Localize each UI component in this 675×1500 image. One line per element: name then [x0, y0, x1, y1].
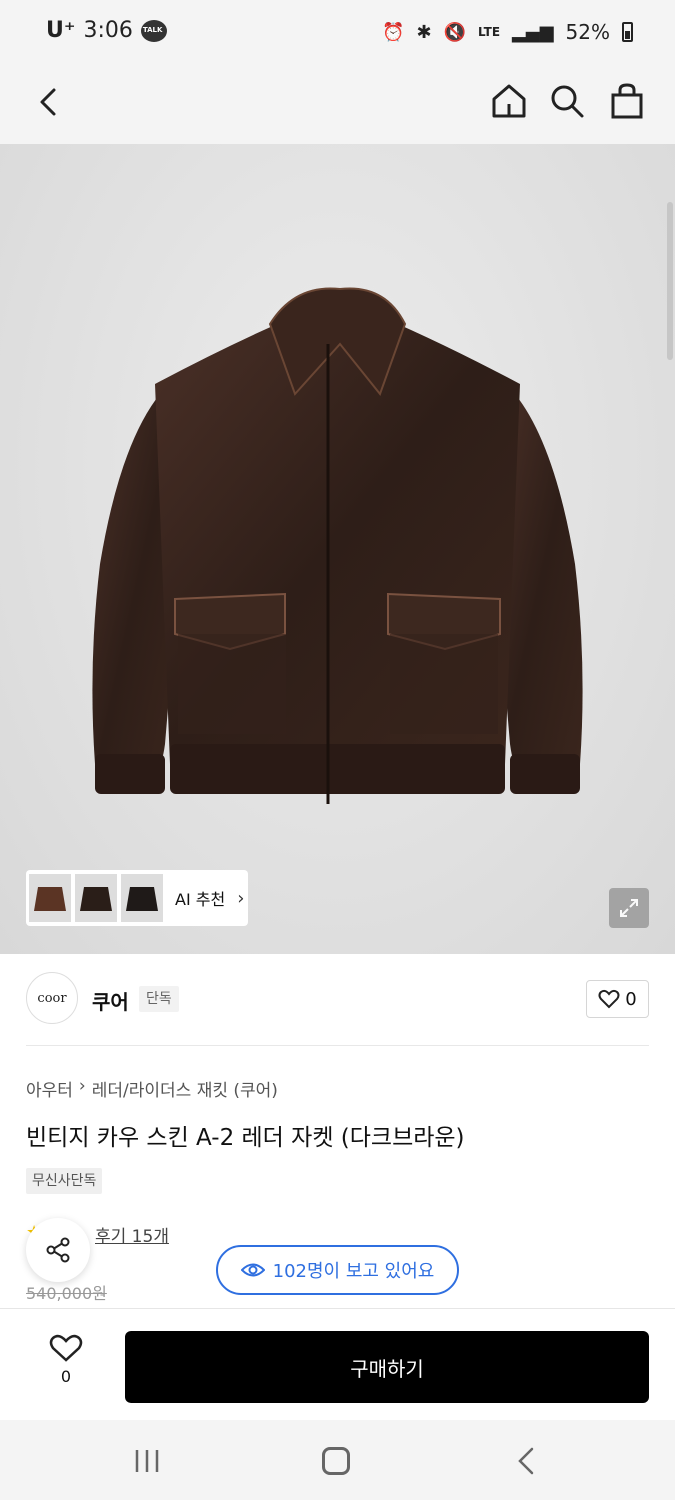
review-link[interactable]: 후기 15개 — [95, 1222, 169, 1247]
eye-icon — [240, 1263, 265, 1277]
system-nav-bar — [0, 1420, 675, 1500]
kakaotalk-icon — [140, 19, 167, 42]
viewers-text: 102명이 보고 있어요 — [272, 1261, 435, 1282]
chevron-right-icon: › — [78, 1076, 86, 1096]
brand-logo[interactable]: coor — [26, 972, 78, 1024]
jacket-image — [92, 287, 583, 804]
recent-apps-icon[interactable] — [133, 1448, 161, 1474]
home-button-icon[interactable] — [322, 1447, 350, 1475]
top-header — [0, 68, 675, 144]
ai-thumbnail-2 — [75, 874, 117, 922]
ai-thumbnail-3 — [121, 874, 163, 922]
bottom-action-bar: 0 구매하기 — [0, 1308, 675, 1420]
chevron-right-icon: › — [237, 887, 245, 909]
shopping-bag-icon[interactable] — [606, 80, 648, 122]
alarm-icon: ⏰ — [382, 21, 405, 43]
product-title: 빈티지 카우 스킨 A-2 레더 자켓 (다크브라운) — [26, 1125, 465, 1151]
exclusive-badge: 단독 — [139, 986, 179, 1012]
heart-icon — [598, 989, 620, 1009]
signal-icon: ▂▄▆ — [512, 21, 554, 43]
carrier: U⁺ — [46, 18, 76, 43]
battery-icon — [622, 22, 633, 42]
wishlist-button[interactable]: 0 — [44, 1333, 88, 1393]
buy-button[interactable]: 구매하기 — [125, 1331, 649, 1403]
brand-name[interactable]: 쿠어 — [92, 986, 129, 1015]
viewers-count-pill: 102명이 보고 있어요 — [216, 1245, 459, 1295]
expand-icon — [620, 899, 638, 917]
breadcrumb-item-outer[interactable]: 아우터 — [26, 1076, 73, 1101]
ai-recommendation-label: AI 추천 — [175, 890, 226, 909]
divider — [26, 1045, 649, 1046]
system-back-icon[interactable] — [512, 1446, 540, 1476]
brand-row: coor 쿠어 단독 0 — [0, 954, 675, 1046]
status-time: 3:06 — [83, 18, 133, 43]
bluetooth-icon: ✱ — [416, 21, 432, 43]
breadcrumb-item-category[interactable]: 레더/라이더스 재킷 (쿠어) — [92, 1076, 278, 1101]
product-tag: 무신사단독 — [26, 1168, 103, 1194]
brand-like-button[interactable]: 0 — [586, 980, 649, 1018]
breadcrumb: 아우터 › 레더/라이더스 재킷 (쿠어) — [26, 1076, 278, 1101]
expand-image-button[interactable] — [609, 888, 649, 928]
wishlist-count: 0 — [60, 1367, 72, 1386]
heart-icon — [49, 1334, 83, 1362]
back-arrow-icon[interactable] — [30, 82, 70, 122]
battery-percent: 52% — [565, 20, 610, 44]
ai-thumbnail-1 — [29, 874, 71, 922]
brand-like-count: 0 — [625, 988, 637, 1010]
status-bar: U⁺ 3:06 ⏰ ✱ 🔇 LTE ▂▄▆ 52% — [0, 0, 675, 68]
search-icon[interactable] — [546, 80, 588, 122]
mute-icon: 🔇 — [443, 21, 466, 43]
ai-recommendation-button[interactable]: AI 추천 › — [26, 870, 248, 926]
share-icon — [46, 1237, 70, 1263]
share-button[interactable] — [26, 1218, 90, 1282]
product-image[interactable]: AI 추천 › — [0, 144, 675, 954]
network-label: LTE — [477, 25, 501, 39]
original-price: 540,000원 — [26, 1284, 107, 1303]
home-icon[interactable] — [488, 80, 530, 122]
